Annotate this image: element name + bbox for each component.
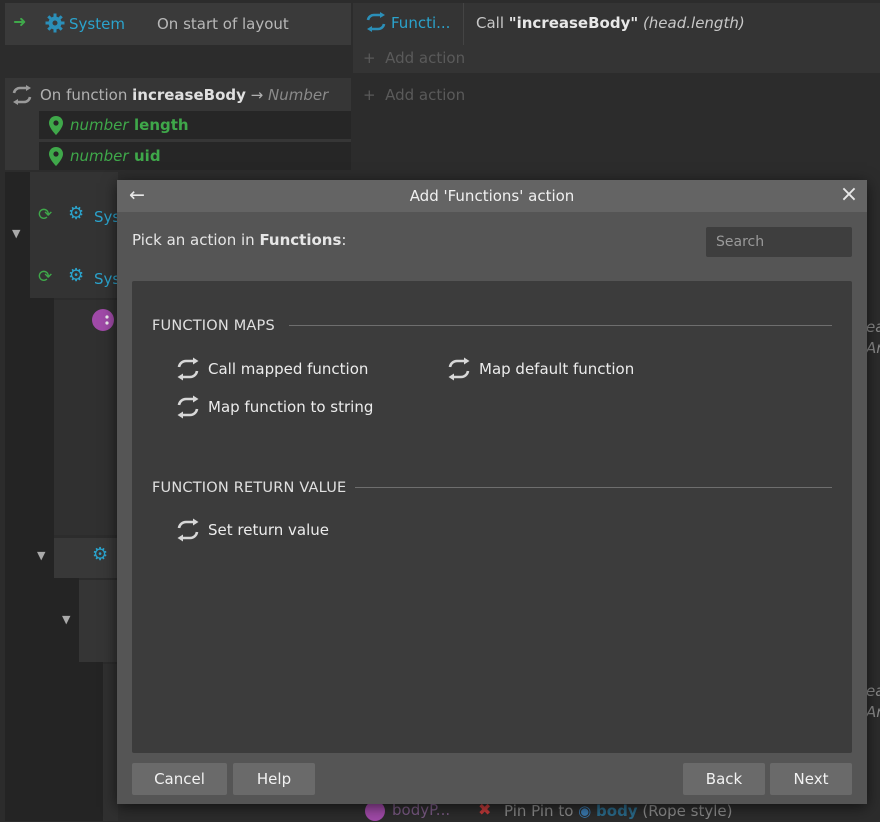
help-button[interactable]: Help xyxy=(233,763,315,795)
action-list-panel: FUNCTION MAPS Call mapped function Map d… xyxy=(132,281,852,753)
prompt-suffix: : xyxy=(341,231,347,249)
param-row[interactable]: number uid xyxy=(39,142,351,170)
sub-event-block[interactable] xyxy=(54,300,118,535)
loop-icon: ⟳ xyxy=(38,205,53,225)
close-icon[interactable]: × xyxy=(837,183,861,207)
function-loop-icon xyxy=(177,357,199,381)
right-edge-text: Ar xyxy=(866,703,880,721)
gear-icon: ⚙ xyxy=(68,265,85,286)
event-row-start-of-layout[interactable]: ➜ System On start of layout xyxy=(5,3,351,45)
gear-icon xyxy=(45,13,65,33)
back-button[interactable]: Back xyxy=(683,763,765,795)
action-call-args: (head.length) xyxy=(642,14,745,32)
gear-icon: ⚙ xyxy=(92,544,109,565)
sprite-small-icon: ◉ xyxy=(578,802,592,820)
add-action-label: Add action xyxy=(385,86,466,104)
action-item-label: Map default function xyxy=(479,360,635,378)
function-arrow: → xyxy=(250,86,264,104)
add-action-link[interactable]: + Add action xyxy=(363,49,465,67)
collapse-chevron-icon[interactable]: ▼ xyxy=(62,613,70,626)
right-edge-text: ea xyxy=(866,682,880,700)
action-item-map-function-to-string[interactable]: Map function to string xyxy=(176,395,373,419)
search-input[interactable] xyxy=(706,227,852,257)
section-title-function-return-value: FUNCTION RETURN VALUE xyxy=(152,480,347,496)
dialog-header: ← Add 'Functions' action × xyxy=(117,180,867,212)
action-block-row1[interactable]: Functi... Call "increaseBody" (head.leng… xyxy=(353,3,880,73)
condition-text: On start of layout xyxy=(157,15,289,33)
pick-action-prompt: Pick an action in Functions: xyxy=(132,231,346,249)
location-pin-icon xyxy=(49,116,63,135)
action-call-text: Call "increaseBody" (head.length) xyxy=(476,14,745,32)
action-item-set-return-value[interactable]: Set return value xyxy=(176,518,329,542)
tree-gutter xyxy=(5,172,30,821)
plus-icon: + xyxy=(363,49,376,67)
cancel-button[interactable]: Cancel xyxy=(132,763,227,795)
param-type: number xyxy=(70,147,129,165)
loop-icon: ⟳ xyxy=(38,267,53,287)
section-divider xyxy=(289,325,832,326)
right-edge-text: ea xyxy=(866,318,880,336)
action-call-name: "increaseBody" xyxy=(508,14,639,32)
bottom-target: body xyxy=(596,802,638,820)
bottom-action-text: Pin Pin to ◉ body (Rope style) xyxy=(504,802,733,820)
prompt-prefix: Pick an action in xyxy=(132,231,260,249)
add-action-label: Add action xyxy=(385,49,466,67)
action-item-label: Call mapped function xyxy=(208,360,369,378)
action-divider xyxy=(463,3,464,45)
location-pin-icon xyxy=(49,147,63,166)
condition-object-name: System xyxy=(69,15,125,33)
function-return-type: Number xyxy=(268,86,329,104)
action-call-prefix: Call xyxy=(476,14,509,32)
plus-icon: + xyxy=(363,86,376,104)
gear-icon: ⚙ xyxy=(68,203,85,224)
add-action-dialog: ← Add 'Functions' action × Pick an actio… xyxy=(117,180,867,804)
param-name: uid xyxy=(134,147,161,165)
action-object-name: Functi... xyxy=(391,14,451,32)
add-action-link[interactable]: + Add action xyxy=(363,86,465,104)
right-edge-text: Ar xyxy=(866,339,880,357)
section-divider xyxy=(355,487,832,488)
prompt-category: Functions xyxy=(259,231,342,249)
next-button[interactable]: Next xyxy=(770,763,852,795)
action-item-label: Set return value xyxy=(208,521,330,539)
action-item-call-mapped-function[interactable]: Call mapped function xyxy=(176,357,368,381)
dialog-title: Add 'Functions' action xyxy=(409,187,575,205)
function-loop-icon xyxy=(12,85,32,105)
function-name: increaseBody xyxy=(132,86,246,104)
sub-event-block[interactable] xyxy=(79,580,118,662)
function-loop-icon xyxy=(448,357,470,381)
bottom-suffix: (Rope style) xyxy=(642,802,733,820)
function-loop-icon xyxy=(177,395,199,419)
bottom-action-label: Pin Pin to xyxy=(504,802,579,820)
section-title-function-maps: FUNCTION MAPS xyxy=(152,318,275,334)
sub-event-row[interactable] xyxy=(54,538,118,578)
function-loop-icon xyxy=(366,12,386,32)
function-block-increase-body[interactable]: On function increaseBody → Number number… xyxy=(5,78,351,170)
tree-gutter xyxy=(79,662,103,821)
function-header: On function increaseBody → Number xyxy=(40,86,328,104)
sub-event-block[interactable] xyxy=(103,664,118,821)
collapse-chevron-icon[interactable]: ▼ xyxy=(37,549,45,562)
param-type: number xyxy=(70,116,129,134)
sprite-object-icon xyxy=(92,309,114,331)
function-loop-icon xyxy=(177,518,199,542)
trigger-arrow-icon: ➜ xyxy=(13,12,27,31)
action-item-map-default-function[interactable]: Map default function xyxy=(447,357,634,381)
param-row[interactable]: number length xyxy=(39,111,351,139)
collapse-chevron-icon[interactable]: ▼ xyxy=(12,227,20,240)
param-name: length xyxy=(134,116,189,134)
function-prefix: On function xyxy=(40,86,133,104)
action-item-label: Map function to string xyxy=(208,398,374,416)
